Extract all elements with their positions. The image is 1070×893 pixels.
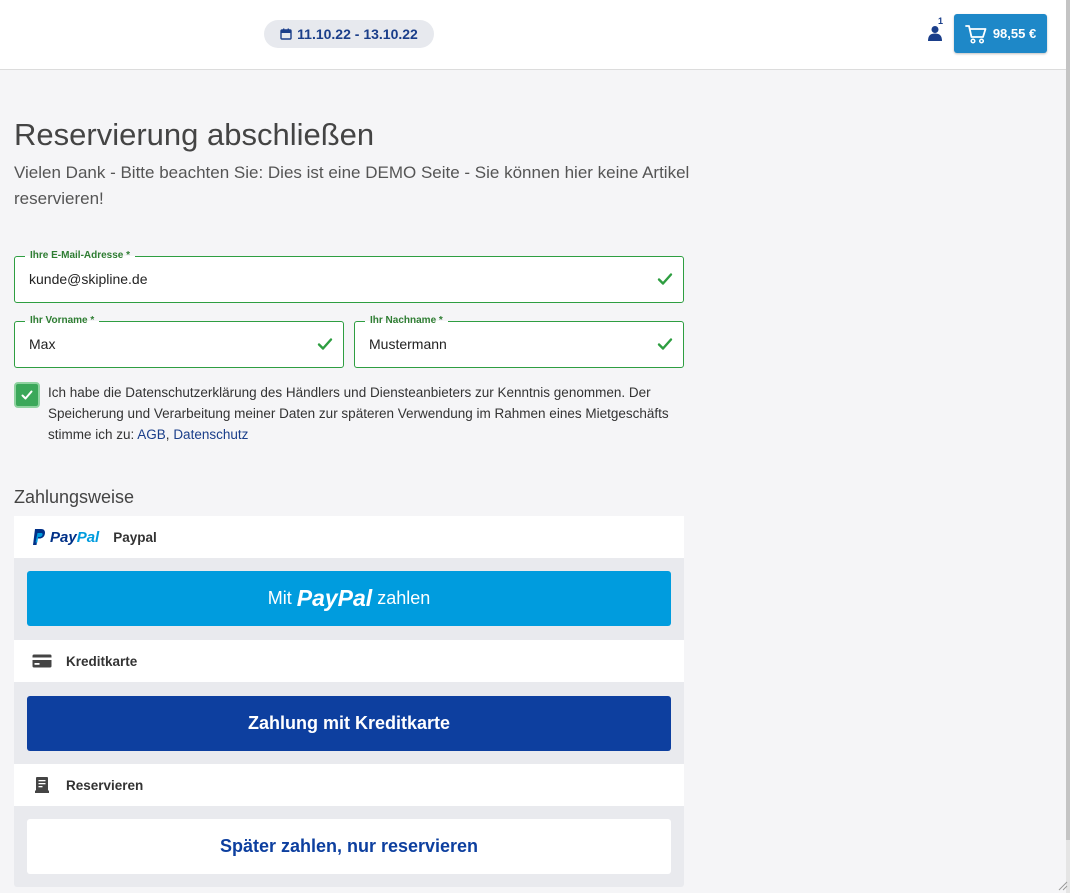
receipt-icon [35,777,49,793]
payment-option-paypal[interactable]: PayPal Paypal [14,516,684,558]
payment-option-reserve[interactable]: Reservieren [14,764,684,806]
user-account-button[interactable]: 1 [922,16,948,46]
user-badge: 1 [938,16,944,26]
consent-text: Ich habe die Datenschutzerklärung des Hä… [48,382,684,445]
paypal-option-label: Paypal [113,529,157,545]
consent-row: Ich habe die Datenschutzerklärung des Hä… [14,382,684,445]
resize-grip-icon[interactable] [1056,879,1068,891]
reserve-button-label: Später zahlen, nur reservieren [219,836,479,856]
paypal-p-icon [33,528,46,545]
paypal-logo-pal: Pal [76,528,100,546]
payment-heading: Zahlungsweise [14,487,135,507]
email-value[interactable]: kunde@skipline.de [29,271,148,287]
paypal-button-prefix: Mit [267,588,292,608]
page-title: Reservierung abschließen [14,117,375,152]
paypal-button-brand: PayPal [296,585,373,611]
valid-check-icon [657,338,673,350]
firstname-value[interactable]: Max [29,336,55,352]
page-header: Reservierung abschließen Vielen Dank - B… [14,116,689,212]
page-scrollbar[interactable] [1066,0,1070,893]
top-bar: 11.10.22 - 13.10.22 1 98,55 € [0,0,1066,70]
lastname-value[interactable]: Mustermann [369,336,447,352]
checkmark-icon [21,390,33,400]
payment-option-creditcard[interactable]: Kreditkarte [14,640,684,682]
email-field[interactable]: Ihre E-Mail-Adresse * kunde@skipline.de [14,249,684,303]
date-range-selector[interactable]: 11.10.22 - 13.10.22 [264,20,434,48]
creditcard-pay-button[interactable]: Zahlung mit Kreditkarte [27,696,671,751]
paypal-logo-pay: Pay [50,528,77,546]
creditcard-option-label: Kreditkarte [66,653,138,669]
payment-methods-panel: PayPal Paypal Mit PayPal zahlen Kreditka… [14,516,684,887]
date-range-text: 11.10.22 - 13.10.22 [297,26,418,42]
cart-button[interactable]: 98,55 € [954,14,1047,53]
valid-check-icon [657,273,673,285]
cart-icon [964,24,987,44]
scrollbar-thumb[interactable] [1066,0,1070,840]
user-icon [928,26,942,41]
firstname-field[interactable]: Ihr Vorname * Max [14,314,344,368]
valid-check-icon [317,338,333,350]
consent-checkbox[interactable] [14,382,40,408]
reserve-button[interactable]: Später zahlen, nur reservieren [27,819,671,874]
lastname-label: Ihr Nachname * [365,314,448,328]
calendar-icon [280,28,292,40]
firstname-label: Ihr Vorname * [25,314,100,328]
creditcard-button-label: Zahlung mit Kreditkarte [247,713,451,733]
credit-card-icon [32,654,52,668]
privacy-link[interactable]: Datenschutz [173,427,248,442]
agb-link[interactable]: AGB [137,427,166,442]
paypal-button-suffix: zahlen [377,588,431,608]
paypal-logo: PayPal [32,528,100,546]
email-label: Ihre E-Mail-Adresse * [25,249,136,263]
paypal-pay-button[interactable]: Mit PayPal zahlen [27,571,671,626]
lastname-field[interactable]: Ihr Nachname * Mustermann [354,314,684,368]
cart-total: 98,55 € [992,26,1037,41]
page-subtitle: Vielen Dank - Bitte beachten Sie: Dies i… [14,163,690,208]
reserve-option-label: Reservieren [66,777,144,793]
